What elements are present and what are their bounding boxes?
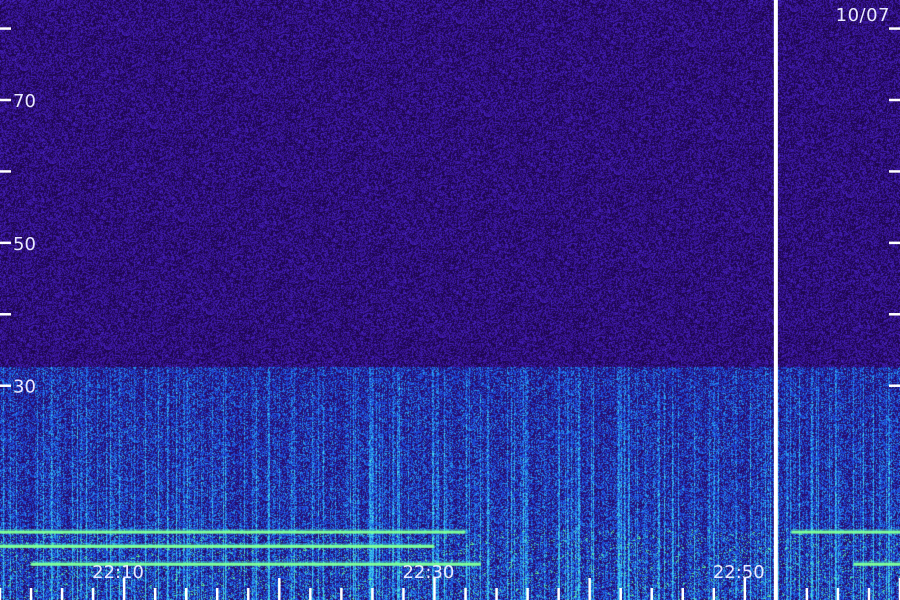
x-tick-label: 22:30: [402, 562, 454, 583]
x-tick-label: 22:10: [92, 562, 144, 583]
y-tick-label: 50: [13, 234, 36, 255]
x-tick-label: 22:50: [713, 562, 765, 583]
spectrogram-chart: 30 50 70 22:10 22:30 22:50 10/07: [0, 0, 900, 600]
chart-overlay: 30 50 70 22:10 22:30 22:50: [0, 0, 900, 600]
y-tick-label: 30: [13, 377, 36, 398]
date-label: 10/07: [835, 5, 890, 26]
y-ticks-right: [889, 27, 900, 387]
y-ticks-left: [0, 27, 11, 387]
y-tick-label: 70: [13, 91, 36, 112]
